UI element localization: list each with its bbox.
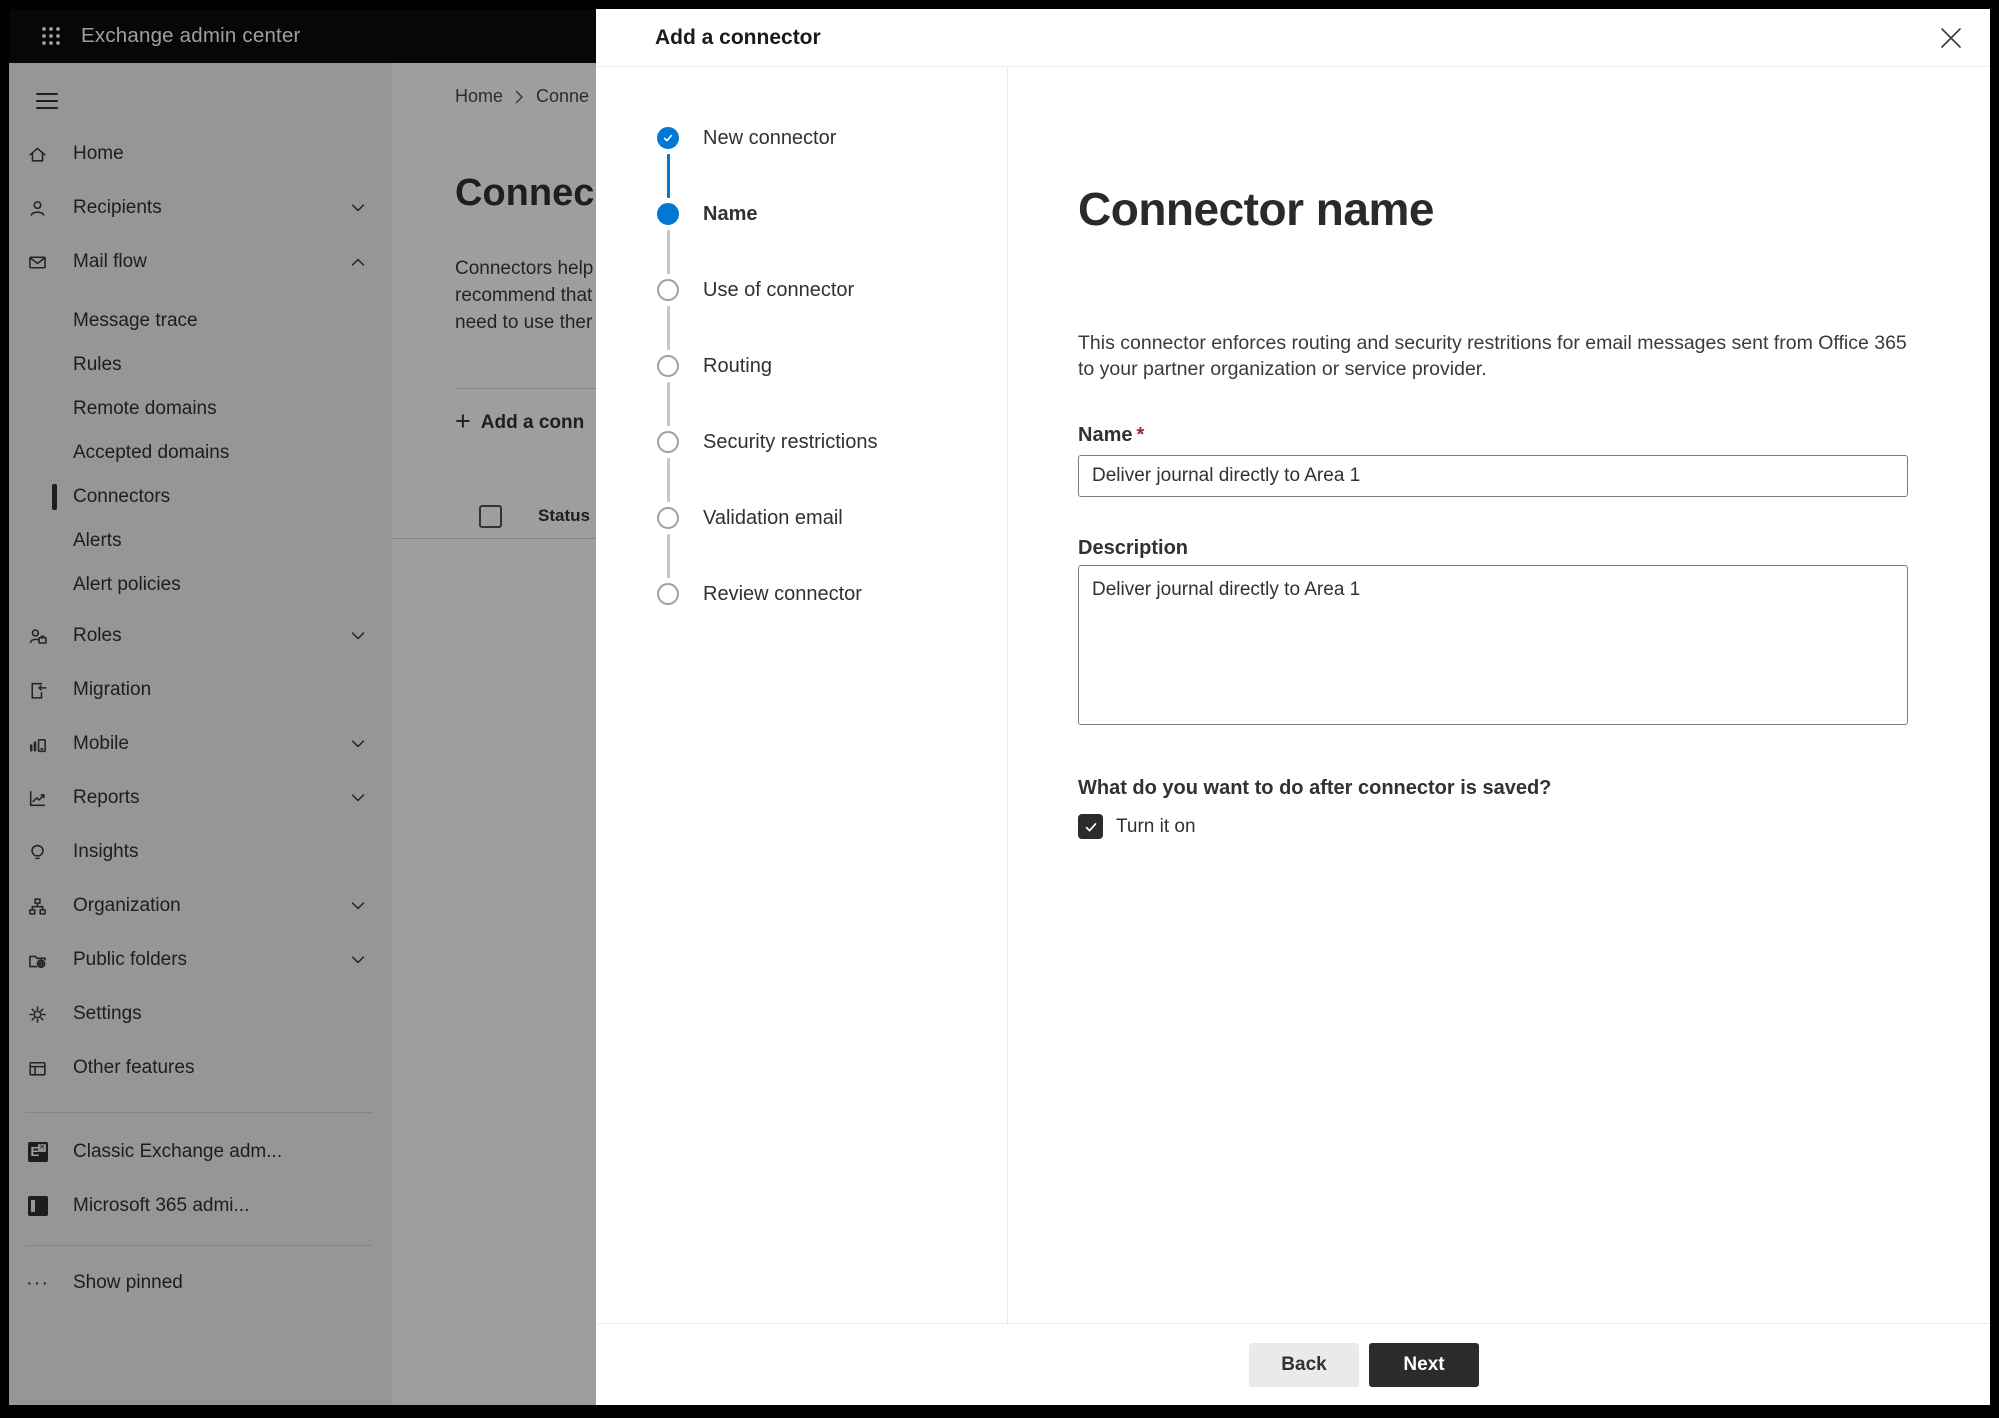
step-review-connector[interactable]: Review connector [657,583,1007,605]
modal-title: Add a connector [655,25,821,49]
modal-footer: Back Next [596,1323,1990,1405]
step-circle-icon [657,431,679,453]
back-button[interactable]: Back [1249,1342,1359,1387]
step-circle-icon [657,583,679,605]
step-circle-icon [657,279,679,301]
step-security-restrictions[interactable]: Security restrictions [657,431,1007,502]
checkmark-icon [1085,822,1096,832]
step-heading: Connector name [1078,183,1434,235]
connector-name-input[interactable] [1078,455,1908,497]
turn-on-checkbox[interactable] [1078,814,1103,839]
step-circle-icon [657,355,679,377]
close-button[interactable] [1934,21,1968,55]
step-routing[interactable]: Routing [657,355,1007,426]
close-icon [1941,27,1961,48]
step-circle-icon [657,507,679,529]
required-asterisk: * [1136,424,1145,446]
wizard-steps: New connector Name Use of connector Rout… [596,67,1008,1323]
next-button[interactable]: Next [1369,1342,1479,1387]
add-connector-modal: Add a connector New connector Name Use o… [596,9,1990,1405]
step-description: This connector enforces routing and secu… [1078,332,1907,380]
exchange-admin-app: Exchange admin center Home Recipients Ma… [9,9,1990,1405]
step-use-of-connector[interactable]: Use of connector [657,279,1007,350]
name-field-label: Name * [1078,424,1145,446]
step-completed-icon [657,127,679,149]
modal-header: Add a connector [596,9,1990,67]
description-field-label: Description [1078,537,1189,559]
step-validation-email[interactable]: Validation email [657,507,1007,578]
connector-description-textarea[interactable]: Deliver journal directly to Area 1 [1078,565,1908,725]
step-name[interactable]: Name [657,203,1007,274]
turn-on-row[interactable]: Turn it on [1078,814,1910,839]
step-current-icon [657,203,679,225]
step-content-panel: Connector name This connector enforces r… [1008,67,1990,1323]
step-new-connector[interactable]: New connector [657,127,1007,198]
turn-on-label: Turn it on [1116,815,1196,837]
after-save-question: What do you want to do after connector i… [1078,777,1552,799]
